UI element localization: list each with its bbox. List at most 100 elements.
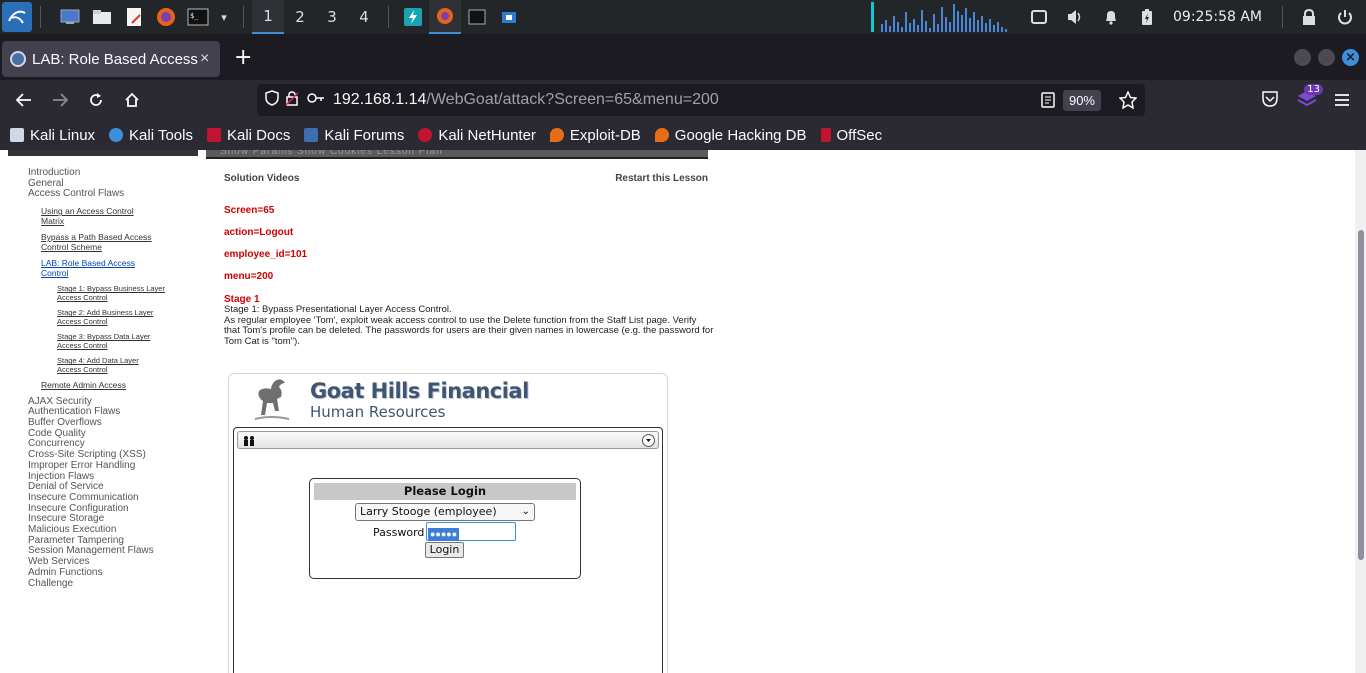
nav-stage-2[interactable]: Stage 2: Add Business Layer Access Contr… <box>57 308 167 326</box>
notification-bell-icon[interactable] <box>1102 8 1120 26</box>
bookmarks-toolbar: Kali Linux Kali Tools Kali Docs Kali For… <box>0 120 1366 150</box>
url-host: 192.168.1.14 <box>333 91 427 108</box>
tracking-shield-icon[interactable] <box>265 89 279 111</box>
bookmark-kali-linux[interactable]: Kali Linux <box>10 127 95 144</box>
goat-hills-app: Goat Hills Financial Human Resources Ple… <box>228 373 668 673</box>
kali-menu-icon[interactable] <box>2 2 32 32</box>
collapse-toggle-icon[interactable] <box>642 434 655 452</box>
bookmark-kali-docs[interactable]: Kali Docs <box>206 127 290 144</box>
chevron-down-icon[interactable]: ▾ <box>213 6 235 28</box>
bookmark-exploit-db[interactable]: Exploit-DB <box>549 127 641 144</box>
lock-icon[interactable] <box>1300 8 1318 26</box>
employee-select[interactable]: Larry Stooge (employee) ⌄ <box>355 503 535 521</box>
nav-stage-3[interactable]: Stage 3: Bypass Data Layer Access Contro… <box>57 332 163 350</box>
nav-challenge[interactable]: Challenge <box>28 578 171 590</box>
lesson-navigation: Introduction General Access Control Flaw… <box>28 167 171 590</box>
bookmark-kali-nethunter[interactable]: Kali NetHunter <box>418 127 536 144</box>
bookmark-star-icon[interactable] <box>1118 90 1138 114</box>
bookmark-offsec[interactable]: OffSec <box>820 127 882 144</box>
tab-webgoat-lab[interactable]: LAB: Role Based Access C × <box>2 41 220 77</box>
app-toolbar <box>237 431 659 449</box>
param-action: action=Logout <box>224 227 294 238</box>
scrollbar-thumb[interactable] <box>1358 230 1364 560</box>
app-subtitle: Human Resources <box>310 403 446 421</box>
extension-icon[interactable]: 13 <box>1297 84 1323 112</box>
task-terminal-icon[interactable] <box>461 0 493 34</box>
text-editor-icon[interactable] <box>123 6 145 28</box>
nav-improper-error-handling[interactable]: Improper Error Handling <box>28 460 171 472</box>
nav-access-control-flaws[interactable]: Access Control Flaws <box>28 189 171 200</box>
people-icon <box>242 434 256 452</box>
workspace-1[interactable]: 1 <box>252 0 284 34</box>
password-label: Password <box>373 526 425 539</box>
forward-button[interactable] <box>42 84 78 116</box>
task-app-icon[interactable] <box>397 0 429 34</box>
workspace-2[interactable]: 2 <box>284 0 316 34</box>
nav-stage-4[interactable]: Stage 4: Add Data Layer Access Control <box>57 356 157 374</box>
firefox-icon[interactable] <box>155 6 177 28</box>
ghdb-icon <box>654 128 669 142</box>
nav-admin-functions[interactable]: Admin Functions <box>28 567 171 579</box>
bookmark-google-hacking-db[interactable]: Google Hacking DB <box>654 127 807 144</box>
nav-lab-role-based-access[interactable]: LAB: Role Based Access Control <box>41 258 151 278</box>
login-heading: Please Login <box>314 483 576 500</box>
webgoat-page: Show Params Show Cookies Lesson Plan Int… <box>0 150 1355 673</box>
file-manager-icon[interactable] <box>91 6 113 28</box>
navigation-toolbar: 192.168.1.14/WebGoat/attack?Screen=65&me… <box>0 80 1366 120</box>
pocket-icon[interactable] <box>1261 90 1279 112</box>
network-icon[interactable] <box>1030 8 1048 26</box>
workspace-4[interactable]: 4 <box>348 0 380 34</box>
reload-button[interactable] <box>78 84 114 116</box>
kali-tools-icon <box>109 128 124 142</box>
terminal-icon[interactable]: $_ <box>187 6 209 28</box>
nav-bypass-path-access[interactable]: Bypass a Path Based Access Control Schem… <box>41 232 171 252</box>
volume-icon[interactable] <box>1066 8 1084 26</box>
url-bar[interactable]: 192.168.1.14/WebGoat/attack?Screen=65&me… <box>257 84 1145 116</box>
kali-nethunter-icon <box>418 128 433 142</box>
battery-icon[interactable] <box>1138 8 1156 26</box>
task-firefox-icon[interactable] <box>429 0 461 34</box>
lesson-menu-bar[interactable]: Show Params Show Cookies Lesson Plan <box>206 150 708 159</box>
new-tab-button[interactable]: + <box>234 45 252 70</box>
back-button[interactable] <box>6 84 42 116</box>
key-icon[interactable] <box>307 91 325 109</box>
workspace-3[interactable]: 3 <box>316 0 348 34</box>
bookmark-kali-tools[interactable]: Kali Tools <box>109 127 193 144</box>
password-field[interactable]: ●●●●● <box>426 522 516 541</box>
clock[interactable]: 09:25:58 AM <box>1173 9 1262 25</box>
nav-access-control-matrix[interactable]: Using an Access Control Matrix <box>41 206 151 226</box>
param-screen: Screen=65 <box>224 205 275 216</box>
chevron-down-icon: ⌄ <box>521 506 530 517</box>
close-window-button[interactable]: × <box>1342 49 1359 66</box>
hamburger-menu-icon[interactable] <box>1334 92 1350 111</box>
kali-docs-icon <box>206 128 221 142</box>
restart-lesson-link[interactable]: Restart this Lesson <box>615 173 708 184</box>
nav-remote-admin-access[interactable]: Remote Admin Access <box>41 381 171 391</box>
page-scrollbar[interactable] <box>1355 150 1366 673</box>
webgoat-favicon-icon <box>10 51 26 67</box>
task-window-icon[interactable] <box>493 0 525 34</box>
home-button[interactable] <box>114 84 150 116</box>
maximize-button[interactable] <box>1318 49 1335 66</box>
login-button[interactable]: Login <box>425 542 464 558</box>
owasp-logo-fragment <box>8 150 198 156</box>
minimize-button[interactable] <box>1294 49 1311 66</box>
offsec-icon <box>820 128 831 142</box>
tab-close-icon[interactable]: × <box>200 50 209 68</box>
param-employee-id: employee_id=101 <box>224 249 308 260</box>
kali-forums-icon <box>304 128 319 142</box>
extension-badge: 13 <box>1304 84 1323 95</box>
app-title: Goat Hills Financial <box>310 379 529 403</box>
bookmark-kali-forums[interactable]: Kali Forums <box>304 127 404 144</box>
nav-stage-1[interactable]: Stage 1: Bypass Business Layer Access Co… <box>57 284 167 302</box>
insecure-lock-icon[interactable] <box>285 90 299 111</box>
login-form: Please Login Larry Stooge (employee) ⌄ P… <box>309 478 581 579</box>
stage-instructions: Stage 1: Bypass Presentational Layer Acc… <box>224 304 714 348</box>
reader-view-icon[interactable] <box>1041 92 1055 113</box>
power-icon[interactable] <box>1336 8 1354 26</box>
zoom-level-button[interactable]: 90% <box>1062 90 1101 111</box>
svg-text:$_: $_ <box>190 12 199 20</box>
solution-videos-link[interactable]: Solution Videos <box>224 173 299 184</box>
url-path: /WebGoat/attack?Screen=65&menu=200 <box>426 91 719 108</box>
desktop-icon[interactable] <box>59 6 81 28</box>
